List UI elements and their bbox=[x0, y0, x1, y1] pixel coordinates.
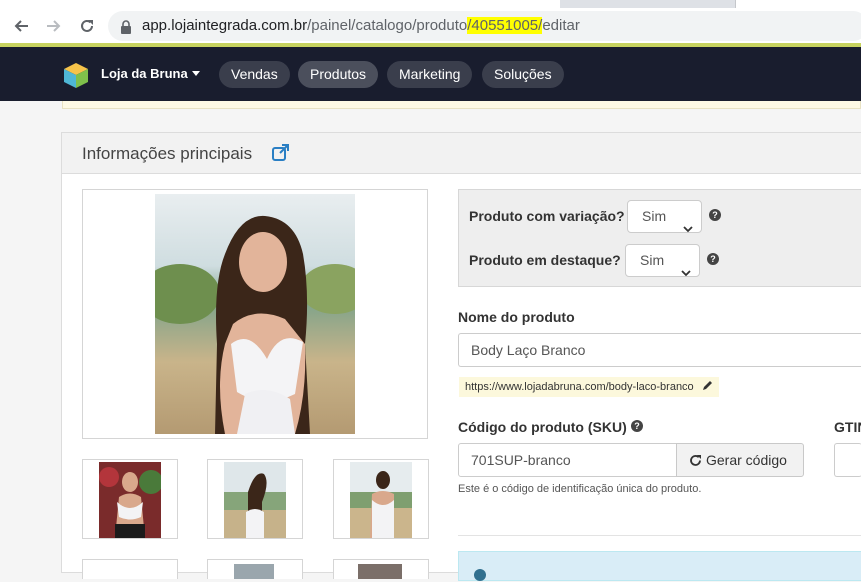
nav-solucoes[interactable]: Soluções bbox=[482, 61, 564, 88]
product-name-input[interactable]: Body Laço Branco bbox=[458, 333, 861, 367]
pencil-icon[interactable] bbox=[702, 378, 713, 398]
generate-code-button[interactable]: Gerar código bbox=[676, 443, 804, 477]
address-bar[interactable]: app.lojaintegrada.com.br/painel/catalogo… bbox=[108, 11, 861, 41]
gtin-label: GTIN bbox=[834, 419, 861, 435]
product-url-text: https://www.lojadabruna.com/body-laco-br… bbox=[465, 381, 694, 393]
info-alert-box bbox=[458, 551, 861, 581]
url-host: app.lojaintegrada.com.br bbox=[142, 17, 308, 34]
url-highlight: /40551005/ bbox=[467, 17, 543, 34]
thumbnail-image bbox=[224, 462, 286, 538]
product-photo-image bbox=[155, 194, 355, 434]
variation-label: Produto com variação? bbox=[469, 208, 625, 224]
featured-label: Produto em destaque? bbox=[469, 252, 621, 268]
panel-header: Informações principais bbox=[62, 133, 861, 174]
tab-strip bbox=[0, 0, 861, 8]
panel-title: Informações principais bbox=[82, 144, 253, 163]
caret-down-icon bbox=[191, 71, 200, 76]
cube-logo-icon[interactable] bbox=[62, 61, 90, 93]
product-url-slug[interactable]: https://www.lojadabruna.com/body-laco-br… bbox=[459, 377, 719, 397]
help-icon[interactable]: ? bbox=[707, 253, 719, 265]
help-icon[interactable]: ? bbox=[631, 420, 643, 432]
browser-chrome: app.lojaintegrada.com.br/painel/catalogo… bbox=[0, 0, 861, 47]
sku-label: Código do produto (SKU) bbox=[458, 419, 627, 435]
sku-input[interactable]: 701SUP-branco bbox=[458, 443, 677, 477]
product-thumbnail[interactable] bbox=[333, 459, 429, 539]
active-tab[interactable] bbox=[0, 0, 560, 8]
featured-select[interactable]: Sim bbox=[625, 244, 700, 277]
thumbnail-image bbox=[99, 462, 161, 538]
generate-code-label: Gerar código bbox=[706, 452, 787, 468]
thumbnail-image bbox=[350, 462, 412, 538]
product-name-label: Nome do produto bbox=[458, 309, 575, 325]
reload-icon bbox=[81, 19, 93, 32]
external-link-icon[interactable] bbox=[272, 144, 289, 165]
store-name: Loja da Bruna bbox=[101, 66, 188, 81]
app-navbar: Loja da Bruna Vendas Produtos Marketing … bbox=[0, 47, 861, 101]
forward-button[interactable] bbox=[43, 15, 65, 37]
url-path: /painel/catalogo/produto bbox=[307, 17, 468, 34]
store-switcher[interactable]: Loja da Bruna bbox=[101, 66, 200, 81]
variation-select[interactable]: Sim bbox=[627, 200, 702, 233]
back-button[interactable] bbox=[10, 15, 32, 37]
product-thumbnail[interactable] bbox=[333, 559, 429, 579]
arrow-right-icon bbox=[47, 20, 61, 32]
gtin-input[interactable] bbox=[834, 443, 861, 477]
nav-marketing[interactable]: Marketing bbox=[387, 61, 473, 88]
nav-produtos[interactable]: Produtos bbox=[298, 61, 379, 88]
inactive-tab[interactable] bbox=[735, 0, 861, 8]
chevron-down-icon bbox=[681, 257, 691, 288]
chevron-down-icon bbox=[683, 213, 693, 244]
arrow-left-icon bbox=[14, 20, 28, 32]
featured-select-value: Sim bbox=[640, 252, 665, 268]
product-thumbnail[interactable] bbox=[82, 459, 178, 539]
refresh-icon bbox=[690, 455, 701, 466]
main-product-photo[interactable] bbox=[82, 189, 428, 439]
notice-strip bbox=[62, 101, 861, 109]
sku-hint: Este é o código de identificação única d… bbox=[458, 483, 702, 495]
product-thumbnail[interactable] bbox=[207, 559, 303, 579]
lock-icon bbox=[120, 19, 132, 38]
variation-settings-box: Produto com variação? Sim ? Produto em d… bbox=[458, 189, 861, 287]
section-divider bbox=[458, 535, 861, 536]
nav-vendas[interactable]: Vendas bbox=[219, 61, 290, 88]
product-thumbnail[interactable] bbox=[207, 459, 303, 539]
info-icon bbox=[474, 569, 486, 581]
url-text[interactable]: app.lojaintegrada.com.br/painel/catalogo… bbox=[142, 17, 580, 34]
url-path-end: editar bbox=[542, 17, 580, 34]
product-main-info-panel: Informações principais Produto com varia… bbox=[61, 132, 861, 581]
product-thumbnail[interactable] bbox=[82, 559, 178, 579]
reload-button[interactable] bbox=[76, 15, 98, 37]
help-icon[interactable]: ? bbox=[709, 209, 721, 221]
variation-select-value: Sim bbox=[642, 208, 667, 224]
